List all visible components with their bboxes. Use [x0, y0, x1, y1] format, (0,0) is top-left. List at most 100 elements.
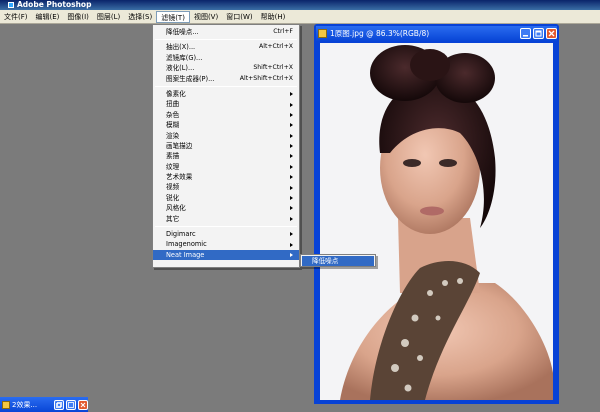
- submenu-arrow-icon: [290, 112, 293, 117]
- maximize-icon: [535, 30, 542, 37]
- menu-item-label: 纹理: [166, 162, 180, 171]
- menu-item-stylize[interactable]: 风格化: [153, 203, 299, 213]
- menu-item-digimarc[interactable]: Digimarc: [153, 229, 299, 239]
- app-title: Adobe Photoshop: [17, 0, 92, 9]
- submenu-arrow-icon: [290, 144, 293, 149]
- submenu-arrow-icon: [290, 242, 293, 247]
- submenu-arrow-icon: [290, 102, 293, 107]
- menu-image[interactable]: 图像(I): [63, 11, 93, 23]
- menu-window[interactable]: 窗口(W): [222, 11, 256, 23]
- menu-separator: [155, 226, 297, 228]
- menu-separator: [155, 85, 297, 87]
- menu-item-label: 降低噪点...: [166, 28, 199, 36]
- document-title: 1原图.jpg @ 86.3%(RGB/8): [330, 29, 430, 38]
- menubar: 文件(F) 编辑(E) 图像(I) 图层(L) 选择(S) 滤镜(T) 视图(V…: [0, 10, 600, 24]
- menu-item-label: 风格化: [166, 204, 186, 213]
- submenu-arrow-icon: [290, 133, 293, 138]
- menu-item-imagenomic[interactable]: Imagenomic: [153, 239, 299, 249]
- submenu-arrow-icon: [290, 216, 293, 221]
- submenu-arrow-icon: [290, 253, 293, 257]
- menu-item-label: 画笔描边: [166, 141, 193, 150]
- close-icon: [80, 402, 86, 407]
- submenu-arrow-icon: [290, 206, 293, 211]
- submenu-arrow-icon: [290, 92, 293, 97]
- menu-item-artistic[interactable]: 艺术效果: [153, 172, 299, 182]
- photoshop-logo-icon: [8, 2, 14, 8]
- menu-item-sharpen[interactable]: 锐化: [153, 193, 299, 203]
- menu-item-render[interactable]: 渲染: [153, 131, 299, 141]
- document-canvas[interactable]: [320, 43, 553, 400]
- menu-item-label: Digimarc: [166, 230, 196, 239]
- menu-item-reduce-noise[interactable]: 降低噪点: [302, 256, 374, 266]
- portrait-photo: [340, 45, 553, 400]
- app-title-bar: Adobe Photoshop: [0, 0, 600, 10]
- maximize-icon: [68, 401, 74, 408]
- menu-layer[interactable]: 图层(L): [93, 11, 124, 23]
- menu-item-noise[interactable]: 杂色: [153, 110, 299, 120]
- menu-item-label: 抽出(X)...: [166, 43, 196, 52]
- menu-item-shortcut: Alt+Ctrl+X: [259, 43, 293, 51]
- menu-item-video[interactable]: 视频: [153, 182, 299, 192]
- menu-item-label: 模糊: [166, 121, 180, 130]
- photoshop-document-icon: [318, 29, 327, 38]
- close-icon: [548, 30, 555, 37]
- document-title-bar[interactable]: 1原图.jpg @ 86.3%(RGB/8): [316, 26, 557, 41]
- menu-item-label: 艺术效果: [166, 173, 193, 182]
- menu-item-shortcut: Shift+Ctrl+X: [253, 64, 293, 72]
- submenu-arrow-icon: [290, 154, 293, 159]
- menu-item-label: 扭曲: [166, 100, 180, 109]
- menu-item-extract[interactable]: 抽出(X)... Alt+Ctrl+X: [153, 42, 299, 52]
- minimized-document-window[interactable]: 2效果...: [0, 397, 88, 412]
- menu-item-label: 滤镜库(G)...: [166, 53, 203, 62]
- menu-item-texture[interactable]: 纹理: [153, 162, 299, 172]
- menu-item-sketch[interactable]: 素描: [153, 151, 299, 161]
- filter-dropdown-menu: 降低噪点... Ctrl+F 抽出(X)... Alt+Ctrl+X 滤镜库(G…: [152, 24, 300, 268]
- submenu-arrow-icon: [290, 164, 293, 169]
- document-window: 1原图.jpg @ 86.3%(RGB/8): [314, 24, 559, 404]
- close-button[interactable]: [78, 399, 88, 410]
- menu-select[interactable]: 选择(S): [124, 11, 156, 23]
- menu-item-label: 视频: [166, 183, 180, 192]
- menu-item-label: 像素化: [166, 89, 186, 98]
- menu-item-last-filter[interactable]: 降低噪点... Ctrl+F: [153, 27, 299, 37]
- minimized-document-title: 2效果...: [12, 400, 38, 409]
- menu-item-distort[interactable]: 扭曲: [153, 99, 299, 109]
- photoshop-document-icon: [2, 400, 10, 409]
- neat-image-submenu: 降低噪点: [300, 254, 376, 267]
- submenu-arrow-icon: [290, 196, 293, 201]
- close-button[interactable]: [546, 28, 557, 39]
- maximize-button[interactable]: [533, 28, 544, 39]
- menu-item-filter-gallery[interactable]: 滤镜库(G)...: [153, 53, 299, 63]
- menu-item-shortcut: Ctrl+F: [273, 28, 293, 35]
- menu-item-pattern-maker[interactable]: 图案生成器(P)... Alt+Shift+Ctrl+X: [153, 74, 299, 84]
- menu-item-label: Neat Image: [166, 250, 205, 259]
- minimize-icon: [523, 35, 528, 37]
- menu-item-shortcut: Alt+Shift+Ctrl+X: [239, 74, 293, 82]
- menu-view[interactable]: 视图(V): [190, 11, 222, 23]
- menu-item-label: 素描: [166, 152, 180, 161]
- menu-separator: [155, 39, 297, 41]
- menu-item-other[interactable]: 其它: [153, 214, 299, 224]
- menu-help[interactable]: 帮助(H): [257, 11, 290, 23]
- menu-item-pixelate[interactable]: 像素化: [153, 89, 299, 99]
- restore-icon: [56, 401, 62, 408]
- menu-edit[interactable]: 编辑(E): [32, 11, 64, 23]
- submenu-arrow-icon: [290, 123, 293, 128]
- menu-item-neat-image[interactable]: Neat Image: [153, 249, 299, 261]
- minimize-button[interactable]: [520, 28, 531, 39]
- menu-filter[interactable]: 滤镜(T): [156, 10, 190, 23]
- restore-button[interactable]: [54, 399, 64, 410]
- menu-item-label: 图案生成器(P)...: [166, 74, 215, 83]
- menu-item-liquify[interactable]: 液化(L)... Shift+Ctrl+X: [153, 63, 299, 73]
- menu-item-label: 液化(L)...: [166, 64, 195, 73]
- submenu-arrow-icon: [290, 185, 293, 190]
- maximize-button[interactable]: [66, 399, 76, 410]
- submenu-arrow-icon: [290, 175, 293, 180]
- menu-item-blur[interactable]: 模糊: [153, 120, 299, 130]
- menu-item-brush-strokes[interactable]: 画笔描边: [153, 141, 299, 151]
- menu-item-label: 杂色: [166, 110, 180, 119]
- menu-item-label: 锐化: [166, 193, 180, 202]
- menu-item-label: 渲染: [166, 131, 180, 140]
- menu-file[interactable]: 文件(F): [0, 11, 32, 23]
- menu-item-label: 其它: [166, 214, 180, 223]
